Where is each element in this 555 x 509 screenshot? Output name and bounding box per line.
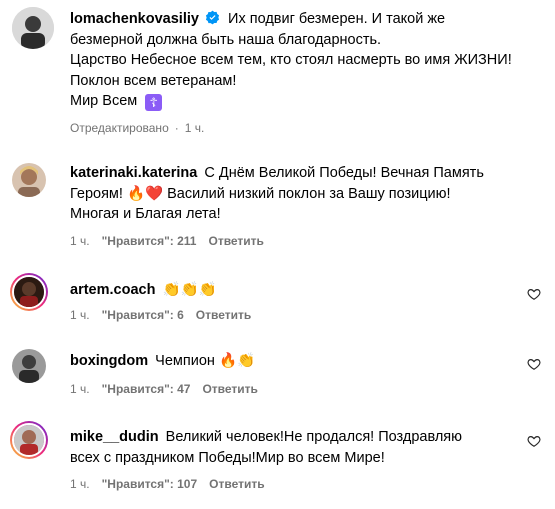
comment-time[interactable]: 1 ч. xyxy=(70,382,90,396)
reply-button[interactable]: Ответить xyxy=(196,308,251,322)
comment-line1: С Днём Великой Победы! Вечная Память xyxy=(204,165,484,181)
comment-likes[interactable]: "Нравится": 107 xyxy=(102,477,198,491)
heart-icon[interactable] xyxy=(527,287,541,301)
comment-line2-b: Василий низкий поклон за Вашу позицию! xyxy=(167,185,451,202)
comment-text: katerinaki.katerina С Днём Великой Побед… xyxy=(70,163,540,225)
reply-button[interactable]: Ответить xyxy=(208,234,263,248)
comment-meta: 1 ч. "Нравится": 211 Ответить xyxy=(70,234,264,248)
avatar-image xyxy=(12,163,46,197)
comment-time[interactable]: 1 ч. xyxy=(70,308,90,322)
comment-line3: Многая и Благая лета! xyxy=(70,206,221,222)
comment-likes[interactable]: "Нравится": 6 xyxy=(102,308,184,322)
comment-likes[interactable]: "Нравится": 47 xyxy=(102,382,191,396)
orthodox-cross-icon: ☦ xyxy=(145,94,163,111)
caption-line2: безмерной должна быть наша благодарность… xyxy=(70,31,382,48)
clapping-hands-emoji: 👏👏👏 xyxy=(162,282,217,298)
caption-time[interactable]: 1 ч. xyxy=(185,121,205,135)
comment-time[interactable]: 1 ч. xyxy=(70,234,90,248)
comment-avatar[interactable] xyxy=(12,163,46,197)
comment-text: artem.coach 👏👏👏 xyxy=(70,280,540,301)
avatar-image xyxy=(14,277,44,307)
comment-line2: всех с праздником Победы!Мир во всем Мир… xyxy=(70,449,385,466)
comment-username[interactable]: katerinaki.katerina xyxy=(70,165,197,181)
fire-heart-emoji: 🔥❤️ xyxy=(126,185,164,202)
comment-text-body: Чемпион xyxy=(155,353,215,369)
comment-meta: 1 ч. "Нравится": 107 Ответить xyxy=(70,477,265,491)
edited-label: Отредактировано xyxy=(70,121,169,135)
avatar-image xyxy=(12,349,46,383)
caption-text: lomachenkovasiliy Их подвиг безмерен. И … xyxy=(70,9,540,112)
caption-line5: Мир Всем xyxy=(70,93,138,109)
caption-line4: Поклон всем ветеранам! xyxy=(70,72,237,89)
comment-time[interactable]: 1 ч. xyxy=(70,477,90,491)
avatar-image xyxy=(12,7,54,49)
comment-meta: 1 ч. "Нравится": 47 Ответить xyxy=(70,382,258,396)
comment-text: boxingdom Чемпион 🔥👏 xyxy=(70,351,540,372)
avatar-image xyxy=(14,425,44,455)
reply-button[interactable]: Ответить xyxy=(202,382,257,396)
caption-line3: Царство Небесное всем тем, кто стоял нас… xyxy=(70,52,512,68)
reply-button[interactable]: Ответить xyxy=(209,477,264,491)
fire-clap-emoji: 🔥👏 xyxy=(218,353,256,369)
comment-avatar[interactable] xyxy=(10,273,48,311)
comment-line1: Великий человек!Не продался! Поздравляю xyxy=(165,429,463,445)
caption-avatar[interactable] xyxy=(12,7,54,49)
heart-icon[interactable] xyxy=(527,434,541,448)
verified-badge-icon xyxy=(205,10,220,25)
comment-username[interactable]: boxingdom xyxy=(70,353,148,369)
comment-line2-a: Героям! xyxy=(70,185,123,202)
caption-meta: Отредактировано · 1 ч. xyxy=(70,121,205,135)
heart-icon[interactable] xyxy=(527,357,541,371)
comment-username[interactable]: artem.coach xyxy=(70,282,155,298)
comment-meta: 1 ч. "Нравится": 6 Ответить xyxy=(70,308,251,322)
comment-avatar[interactable] xyxy=(12,349,46,383)
caption-username[interactable]: lomachenkovasiliy xyxy=(70,11,199,27)
caption-line1: Их подвиг безмерен. И такой же xyxy=(228,11,446,27)
comment-avatar[interactable] xyxy=(10,421,48,459)
comment-text: mike__dudin Великий человек!Не продался!… xyxy=(70,427,540,468)
comment-username[interactable]: mike__dudin xyxy=(70,429,159,445)
comment-likes[interactable]: "Нравится": 211 xyxy=(102,234,197,248)
